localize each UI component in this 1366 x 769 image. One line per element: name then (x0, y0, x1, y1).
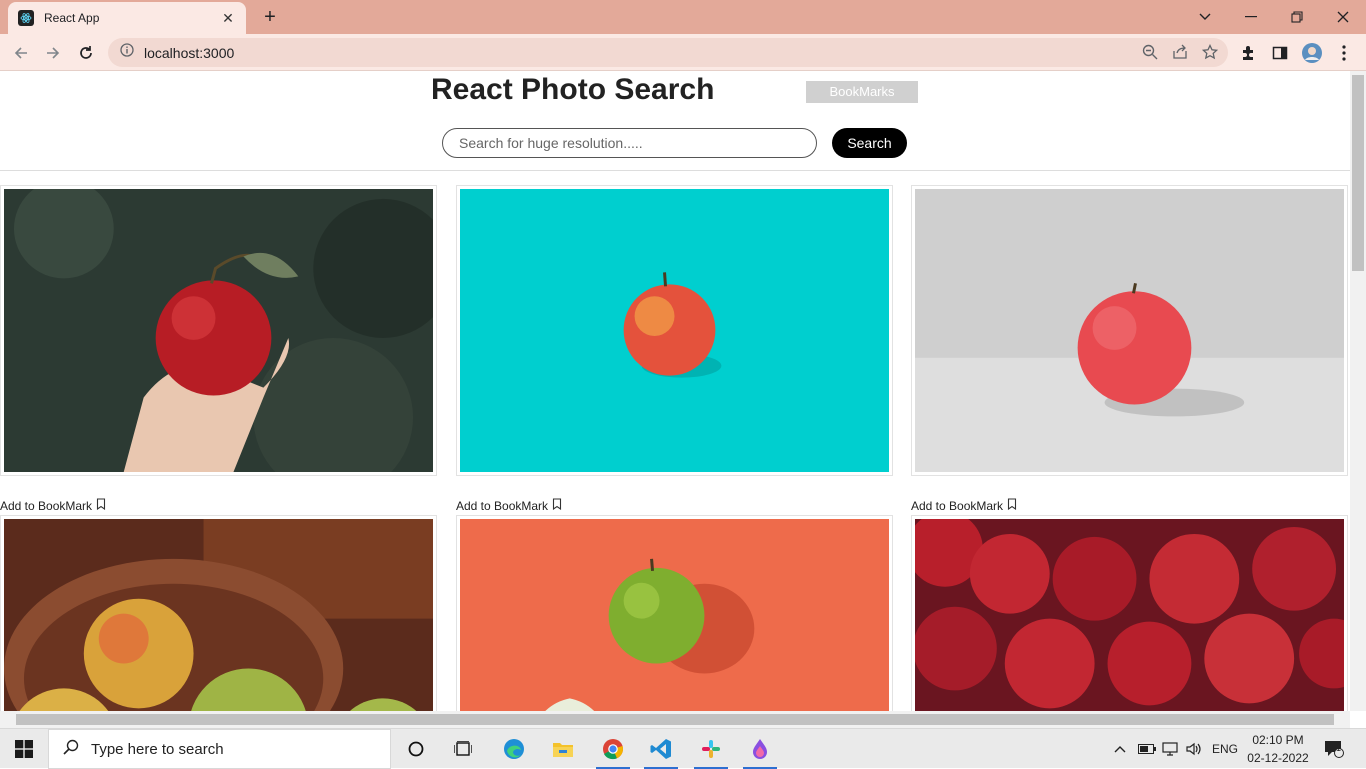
tab-strip: React App ✕ + (0, 0, 1366, 34)
browser-toolbar: localhost:3000 (0, 34, 1366, 71)
photo-image[interactable] (4, 519, 433, 711)
photo-image[interactable] (460, 519, 889, 711)
vertical-scrollbar[interactable] (1350, 71, 1366, 711)
horizontal-scroll-thumb[interactable] (16, 714, 1334, 725)
taskbar-search-placeholder: Type here to search (91, 740, 224, 758)
photo-card (456, 185, 893, 476)
notification-count: 1 (1336, 743, 1342, 753)
tab-search-icon[interactable] (1182, 0, 1228, 34)
restore-icon[interactable] (1274, 0, 1320, 34)
site-info-icon[interactable] (120, 43, 134, 62)
photo-image[interactable] (460, 189, 889, 472)
edge-icon[interactable] (491, 729, 537, 769)
clock[interactable]: 02:10 PM 02-12-2022 (1240, 731, 1316, 767)
url-text: localhost:3000 (144, 44, 235, 61)
profile-avatar[interactable] (1301, 42, 1323, 64)
search-input[interactable] (442, 128, 817, 158)
search-button[interactable]: Search (832, 128, 907, 158)
paint-app-icon[interactable] (737, 729, 783, 769)
side-panel-icon[interactable] (1269, 42, 1291, 64)
taskbar: Type here to search ENG 02:10 PM 02-12-2… (0, 728, 1366, 769)
zoom-icon[interactable] (1142, 44, 1158, 65)
add-bookmark-label: Add to BookMark (0, 498, 93, 513)
page-title: React Photo Search (431, 73, 715, 106)
browser-tab[interactable]: React App ✕ (8, 2, 246, 34)
close-window-icon[interactable] (1320, 0, 1366, 34)
add-bookmark-link[interactable]: Add to BookMark (0, 498, 106, 513)
page-header: React Photo Search BookMarks Search (0, 71, 1350, 171)
clock-time: 02:10 PM (1252, 733, 1304, 747)
cortana-icon[interactable] (393, 729, 439, 769)
battery-icon[interactable] (1138, 729, 1156, 769)
search-icon (63, 739, 79, 760)
taskbar-search-box[interactable]: Type here to search (48, 729, 391, 769)
photo-card (911, 515, 1348, 711)
horizontal-scrollbar[interactable] (0, 711, 1350, 728)
add-bookmark-label: Add to BookMark (911, 498, 1004, 513)
share-icon[interactable] (1172, 44, 1188, 65)
forward-icon[interactable] (40, 40, 66, 66)
address-bar[interactable]: localhost:3000 (108, 38, 1228, 67)
bookmark-star-icon[interactable] (1201, 43, 1219, 65)
file-explorer-icon[interactable] (540, 729, 586, 769)
menu-icon[interactable] (1333, 42, 1355, 64)
react-logo-icon (18, 10, 34, 26)
network-icon[interactable] (1162, 729, 1178, 769)
bookmark-icon (552, 498, 562, 513)
bookmark-icon (96, 498, 106, 513)
add-bookmark-label: Add to BookMark (456, 498, 549, 513)
photo-image[interactable] (915, 189, 1344, 472)
add-bookmark-link[interactable]: Add to BookMark (456, 498, 562, 513)
chrome-icon[interactable] (590, 729, 636, 769)
photo-card (0, 185, 437, 476)
tab-close-icon[interactable]: ✕ (220, 10, 236, 27)
vertical-scroll-thumb[interactable] (1352, 75, 1364, 271)
language-indicator[interactable]: ENG (1212, 729, 1238, 769)
tab-title: React App (44, 11, 100, 25)
slack-icon[interactable] (688, 729, 734, 769)
windows-start-icon[interactable] (0, 729, 48, 769)
photo-image[interactable] (4, 189, 433, 472)
add-bookmark-link[interactable]: Add to BookMark (911, 498, 1017, 513)
page-viewport: React Photo Search BookMarks Search Add … (0, 71, 1350, 711)
show-hidden-icons[interactable] (1114, 729, 1126, 769)
reload-icon[interactable] (73, 40, 99, 66)
notification-center-icon[interactable]: 1 (1324, 729, 1344, 769)
photo-image[interactable] (915, 519, 1344, 711)
photo-card (0, 515, 437, 711)
photo-card (456, 515, 893, 711)
bookmark-icon (1007, 498, 1017, 513)
vscode-icon[interactable] (638, 729, 684, 769)
extensions-icon[interactable] (1237, 42, 1259, 64)
new-tab-button[interactable]: + (258, 6, 282, 28)
task-view-icon[interactable] (440, 729, 486, 769)
back-icon[interactable] (8, 40, 34, 66)
photo-card (911, 185, 1348, 476)
bookmarks-button[interactable]: BookMarks (806, 81, 918, 103)
clock-date: 02-12-2022 (1247, 751, 1309, 765)
volume-icon[interactable] (1186, 729, 1202, 769)
minimize-icon[interactable] (1228, 0, 1274, 34)
